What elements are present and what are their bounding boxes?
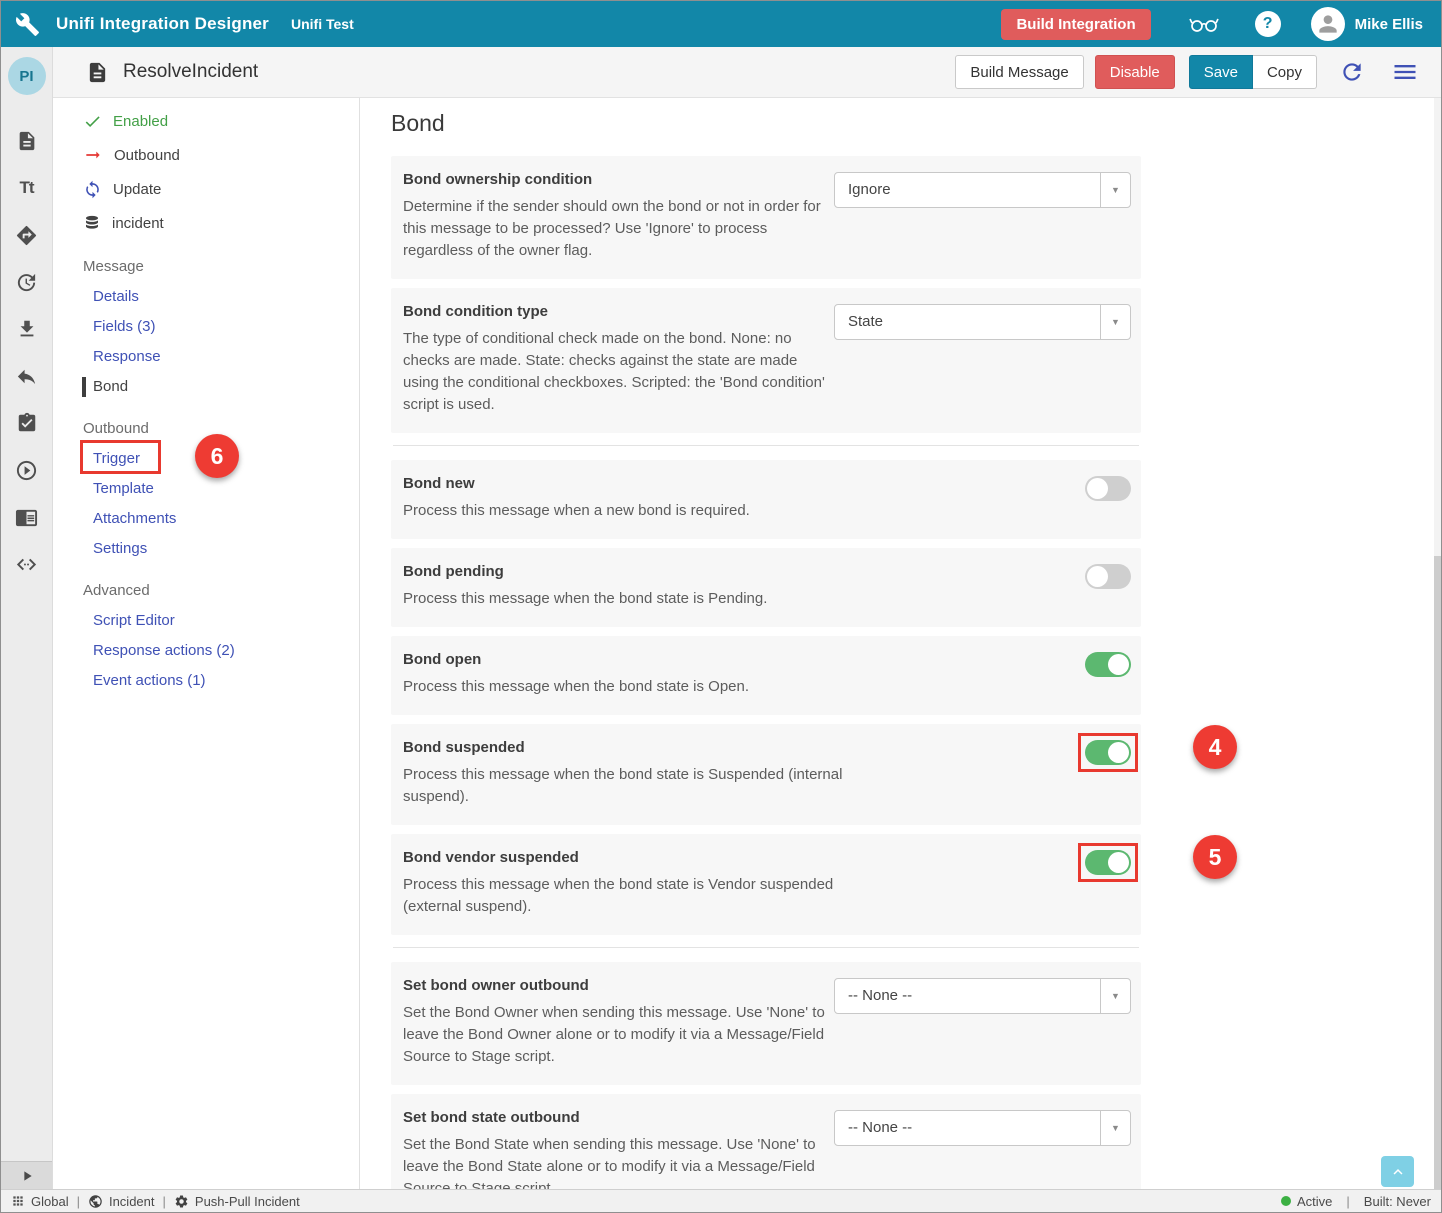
bond-condition-type-select[interactable]: State ▼ [834, 304, 1131, 340]
sidebar-item-response[interactable]: Response [53, 342, 359, 372]
setting-row-bond-vendor-suspended: Bond vendor suspended Process this messa… [391, 834, 1141, 935]
build-integration-button[interactable]: Build Integration [1001, 9, 1150, 40]
main-panel: Bond Bond ownership condition Determine … [361, 98, 1434, 1189]
setting-row-bond-new: Bond new Process this message when a new… [391, 460, 1141, 539]
help-icon[interactable]: ? [1255, 11, 1281, 37]
expand-rail-button[interactable] [1, 1161, 52, 1189]
annotation-badge-6: 6 [195, 434, 239, 478]
sidebar-item-enabled[interactable]: Enabled [53, 104, 359, 138]
code-icon[interactable] [15, 552, 39, 576]
setting-row-bond-ownership-condition: Bond ownership condition Determine if th… [391, 156, 1141, 279]
setting-row-set-bond-state-outbound: Set bond state outbound Set the Bond Sta… [391, 1094, 1141, 1189]
setting-row-bond-pending: Bond pending Process this message when t… [391, 548, 1141, 627]
message-toolbar: ResolveIncident Build Message Disable Sa… [53, 47, 1441, 98]
statusbar-entity[interactable]: Incident [88, 1194, 155, 1209]
set-bond-state-outbound-select[interactable]: -- None -- ▼ [834, 1110, 1131, 1146]
annotation-badge-4: 4 [1193, 725, 1237, 769]
bond-pending-toggle[interactable] [1085, 564, 1131, 589]
active-status-dot [1281, 1196, 1291, 1206]
sidebar: Enabled Outbound Update incident Message… [53, 98, 360, 1189]
sidebar-item-update[interactable]: Update [53, 172, 359, 206]
sync-icon [83, 180, 102, 199]
directions-icon[interactable] [15, 223, 39, 247]
annotation-box-bond-suspended [1078, 733, 1138, 772]
sidebar-item-response-actions[interactable]: Response actions (2) [53, 636, 359, 666]
history-icon[interactable] [15, 270, 39, 294]
chevron-down-icon: ▼ [1100, 1111, 1130, 1145]
chevron-down-icon: ▼ [1100, 305, 1130, 339]
download-icon[interactable] [15, 317, 39, 341]
annotation-badge-5: 5 [1193, 835, 1237, 879]
disable-button[interactable]: Disable [1095, 55, 1175, 89]
sidebar-item-attachments[interactable]: Attachments [53, 504, 359, 534]
setting-row-bond-suspended: Bond suspended Process this message when… [391, 724, 1141, 825]
setting-row-set-bond-owner-outbound: Set bond owner outbound Set the Bond Own… [391, 962, 1141, 1085]
document-icon [86, 61, 109, 84]
bond-vendor-suspended-toggle[interactable] [1085, 850, 1131, 875]
tasks-icon[interactable] [15, 411, 39, 435]
sidebar-item-incident-table[interactable]: incident [53, 206, 359, 240]
top-app-bar: Unifi Integration Designer Unifi Test Bu… [1, 1, 1441, 47]
globe-icon [88, 1194, 103, 1209]
bond-new-toggle[interactable] [1085, 476, 1131, 501]
set-bond-owner-outbound-select[interactable]: -- None -- ▼ [834, 978, 1131, 1014]
setting-row-bond-open: Bond open Process this message when the … [391, 636, 1141, 715]
sidebar-item-event-actions[interactable]: Event actions (1) [53, 666, 359, 696]
arrow-right-icon [83, 145, 103, 165]
sidebar-item-fields[interactable]: Fields (3) [53, 312, 359, 342]
sidebar-item-settings[interactable]: Settings [53, 534, 359, 564]
annotation-box-bond-vendor-suspended [1078, 843, 1138, 882]
app-title: Unifi Integration Designer [56, 14, 269, 34]
chevron-down-icon: ▼ [1100, 979, 1130, 1013]
built-status-label: Built: Never [1364, 1194, 1431, 1209]
check-icon [83, 112, 102, 131]
section-title-advanced: Advanced [83, 576, 359, 606]
integration-avatar[interactable]: PI [8, 57, 46, 95]
sidebar-item-outbound-direction[interactable]: Outbound [53, 138, 359, 172]
user-name: Mike Ellis [1355, 16, 1423, 33]
preview-glasses-icon[interactable] [1187, 11, 1221, 37]
bond-open-toggle[interactable] [1085, 652, 1131, 677]
copy-button[interactable]: Copy [1253, 55, 1317, 89]
section-title-message: Message [83, 252, 359, 282]
section-heading: Bond [391, 110, 1142, 144]
menu-icon[interactable] [1391, 58, 1419, 86]
active-status-label: Active [1297, 1194, 1332, 1209]
sidebar-item-script-editor[interactable]: Script Editor [53, 606, 359, 636]
grid-icon [11, 1194, 25, 1208]
fields-icon[interactable]: Tt [15, 176, 39, 200]
build-message-button[interactable]: Build Message [955, 55, 1083, 89]
left-icon-rail: PI Tt [1, 47, 53, 1189]
messages-icon[interactable] [15, 129, 39, 153]
page-title: ResolveIncident [123, 61, 258, 83]
gear-icon [174, 1194, 189, 1209]
documentation-icon[interactable] [15, 505, 39, 529]
status-bar: Global | Incident | Push-Pull Incident A… [1, 1189, 1441, 1212]
user-menu[interactable]: Mike Ellis [1311, 7, 1423, 41]
vertical-scrollbar[interactable] [1434, 98, 1441, 1189]
scrollbar-thumb[interactable] [1434, 556, 1441, 1189]
app-subtitle: Unifi Test [291, 16, 354, 32]
bond-ownership-condition-select[interactable]: Ignore ▼ [834, 172, 1131, 208]
divider [393, 445, 1139, 446]
setting-row-bond-condition-type: Bond condition type The type of conditio… [391, 288, 1141, 433]
app-window: Unifi Integration Designer Unifi Test Bu… [0, 0, 1442, 1213]
sidebar-item-template[interactable]: Template [53, 474, 359, 504]
chevron-down-icon: ▼ [1100, 173, 1130, 207]
sidebar-item-bond[interactable]: Bond [53, 372, 359, 402]
run-icon[interactable] [15, 458, 39, 482]
sidebar-item-details[interactable]: Details [53, 282, 359, 312]
refresh-icon[interactable] [1339, 59, 1365, 85]
scroll-to-top-button[interactable] [1381, 1156, 1414, 1187]
user-avatar [1311, 7, 1345, 41]
statusbar-scope[interactable]: Global [11, 1194, 69, 1209]
database-icon [83, 214, 101, 232]
bond-suspended-toggle[interactable] [1085, 740, 1131, 765]
divider [393, 947, 1139, 948]
save-button[interactable]: Save [1189, 55, 1253, 89]
wrench-icon [15, 12, 40, 37]
statusbar-process[interactable]: Push-Pull Incident [174, 1194, 300, 1209]
reply-icon[interactable] [15, 364, 39, 388]
